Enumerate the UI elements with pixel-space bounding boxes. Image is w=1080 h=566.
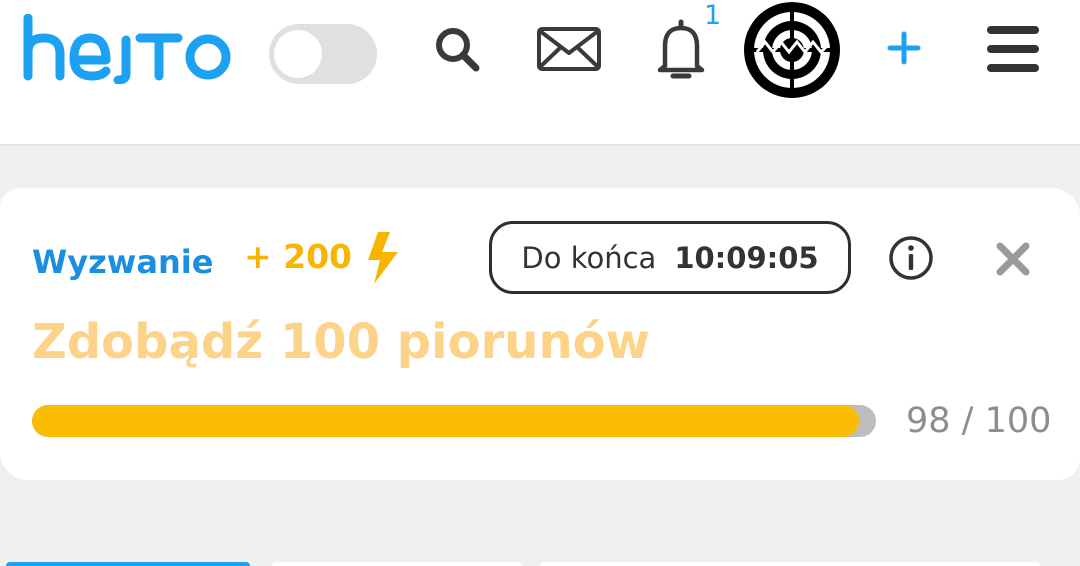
challenge-card: Wyzwanie + 200 Do końca 10:09:05 Zdobądź… [0, 188, 1080, 480]
timer-label: Do końca [521, 240, 657, 275]
search-icon[interactable] [432, 24, 482, 74]
countdown-timer: Do końca 10:09:05 [489, 221, 851, 294]
mail-icon[interactable] [536, 25, 602, 73]
info-icon[interactable] [888, 235, 934, 281]
bottom-tab[interactable] [272, 562, 522, 566]
reward-value: + 200 [244, 237, 353, 276]
theme-toggle[interactable] [269, 24, 377, 84]
progress-fill [32, 405, 860, 437]
avatar[interactable] [743, 2, 841, 98]
bell-icon[interactable] [655, 16, 707, 82]
challenge-title: Zdobądź 100 piorunów [32, 314, 650, 370]
toggle-knob [274, 30, 322, 78]
bottom-tab[interactable] [540, 562, 1040, 566]
bottom-tab-active[interactable] [6, 562, 250, 566]
progress-bar [32, 405, 876, 437]
hejto-logo[interactable] [22, 14, 234, 84]
menu-icon[interactable] [985, 23, 1041, 75]
notification-badge: 1 [704, 0, 722, 31]
challenge-label: Wyzwanie [32, 243, 214, 281]
close-icon[interactable] [994, 240, 1032, 278]
lightning-bolt-icon [368, 232, 398, 284]
progress-text: 98 / 100 [906, 401, 1052, 441]
top-bar: 1 [0, 0, 1080, 146]
timer-value: 10:09:05 [674, 240, 819, 275]
plus-icon[interactable] [886, 30, 922, 66]
